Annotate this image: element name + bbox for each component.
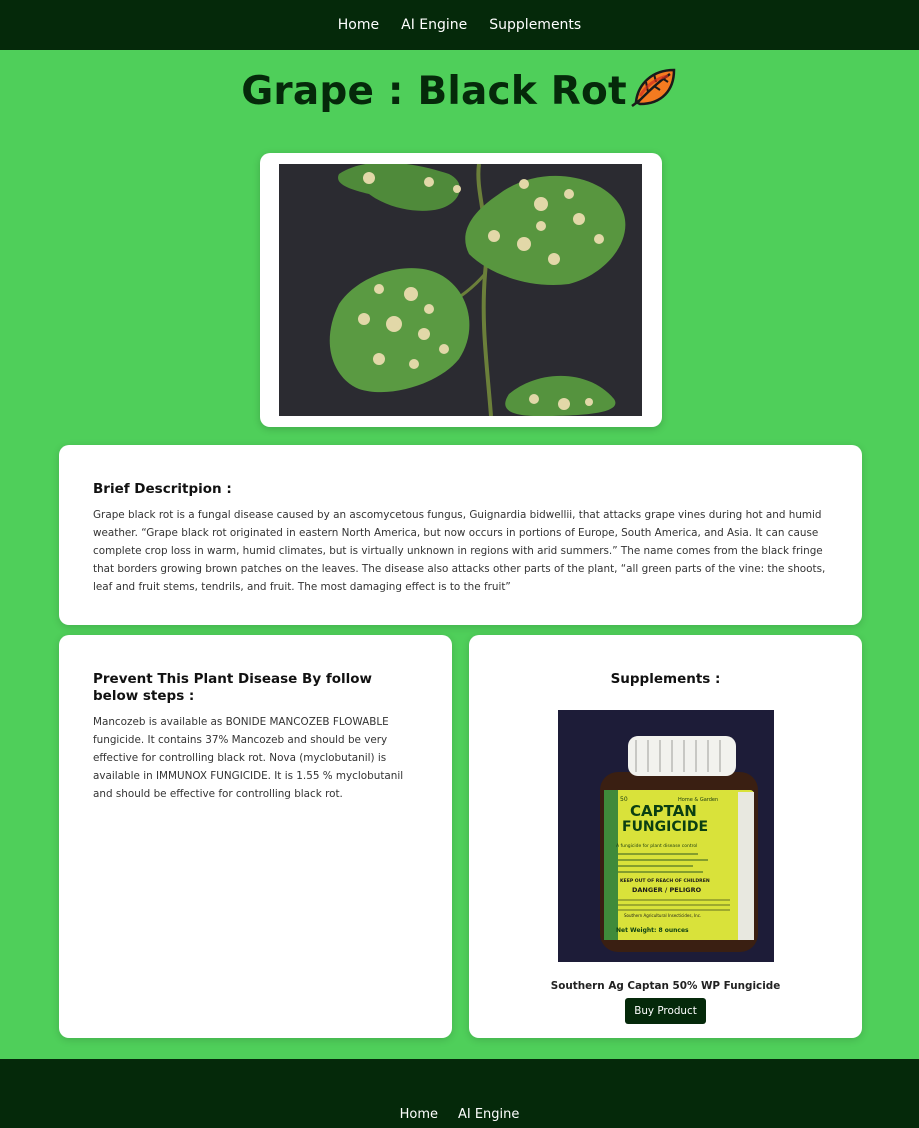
supplements-heading: Supplements :: [610, 671, 721, 687]
fallen-leaf-icon: [630, 66, 678, 118]
footer-links: Home AI Engine: [0, 1107, 919, 1122]
grape-leaf-disease-image: [279, 164, 642, 416]
supplements-card: Supplements : 50 Home & Garden CAPTAN FU…: [469, 635, 862, 1038]
label-use-text: A fungicide for plant disease control: [616, 843, 697, 849]
nav-home-link[interactable]: Home: [338, 17, 379, 33]
label-maker-text: Southern Agricultural Insecticides, Inc.: [624, 913, 701, 918]
prevention-card: Prevent This Plant Disease By follow bel…: [59, 635, 452, 1038]
description-heading: Brief Descritpion :: [93, 481, 232, 497]
nav-ai-engine-link[interactable]: AI Engine: [401, 17, 467, 33]
label-line2-text: FUNGICIDE: [622, 819, 708, 835]
label-danger-text: DANGER / PELIGRO: [632, 886, 702, 894]
description-text: Grape black rot is a fungal disease caus…: [93, 509, 826, 593]
page-title-text: Grape : Black Rot: [241, 69, 627, 114]
description-card: Brief Descritpion : Grape black rot is a…: [59, 445, 862, 625]
label-top-text: 50: [620, 796, 628, 803]
label-weight-text: Net Weight: 8 ounces: [616, 927, 689, 934]
prevention-text: Mancozeb is available as BONIDE MANCOZEB…: [93, 716, 404, 800]
captan-fungicide-bottle-image: 50 Home & Garden CAPTAN FUNGICIDE A fung…: [557, 710, 774, 962]
disease-image-card: [260, 153, 662, 427]
label-keep-text: KEEP OUT OF REACH OF CHILDREN: [620, 878, 710, 884]
footer: Home AI Engine: [0, 1059, 919, 1128]
buy-product-button[interactable]: Buy Product: [625, 998, 706, 1024]
prevention-heading: Prevent This Plant Disease By follow bel…: [93, 671, 372, 704]
footer-home-link[interactable]: Home: [400, 1107, 438, 1122]
nav-supplements-link[interactable]: Supplements: [489, 17, 581, 33]
footer-ai-engine-link[interactable]: AI Engine: [458, 1107, 519, 1122]
product-name: Southern Ag Captan 50% WP Fungicide: [550, 980, 781, 992]
label-line1-text: CAPTAN: [630, 802, 697, 820]
top-navbar: Home AI Engine Supplements: [0, 0, 919, 50]
page-title: Grape : Black Rot: [0, 66, 919, 118]
